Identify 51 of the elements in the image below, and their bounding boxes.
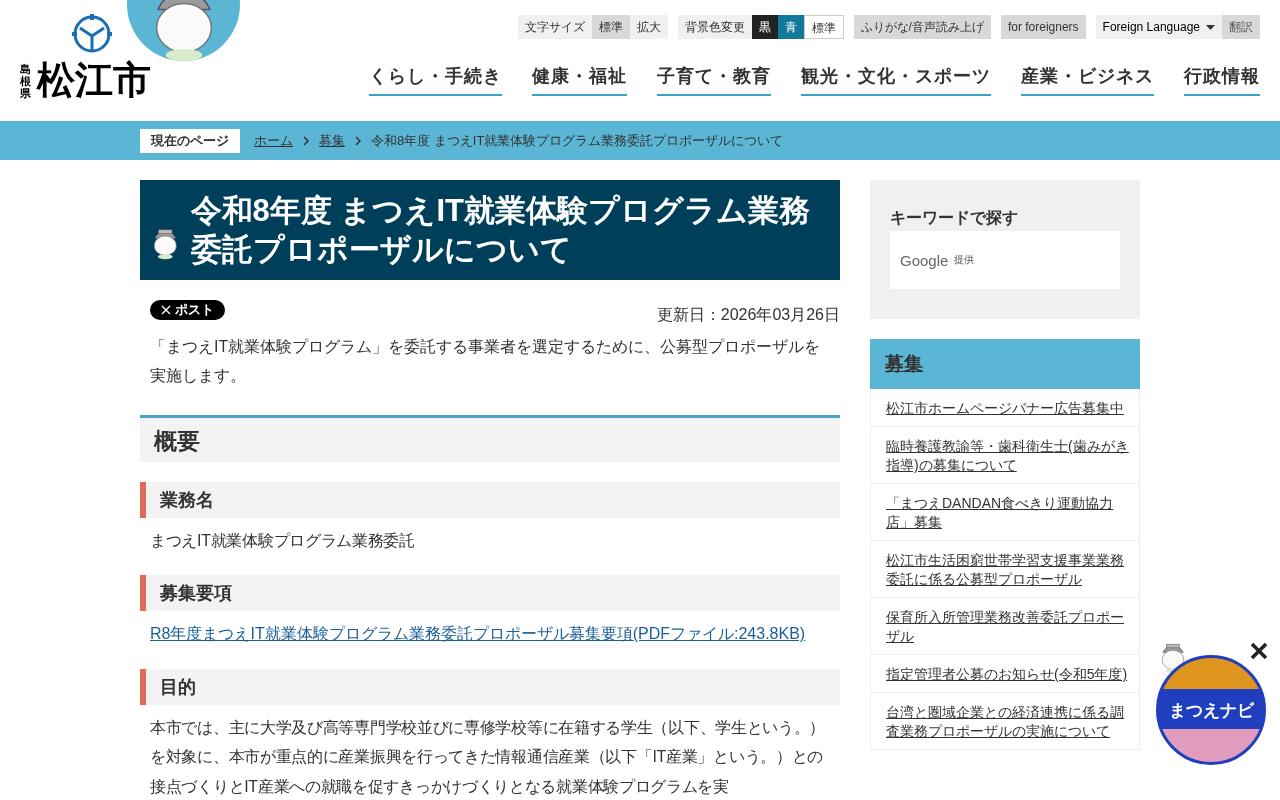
page-title: 令和8年度 まつえIT就業体験プログラム業務委託プロポーザルについて [190,192,811,269]
utility-link[interactable]: ふりがな/音声読み上げ [853,15,991,39]
body-text: 本市では、主に大学及び高等専門学校並びに専修学校等に在籍する学生（以下、学生という。）を対象に、本市が重点的に産業振興を行ってきた情報通信産業（以下「IT産業」という。）との接点づくりとIT産業への就職を促すきっかけづくりとなる就業体験プログラムを実 [149,717,827,798]
breadcrumb-link[interactable]: 募集 [319,131,345,150]
subsection-heading: 業務名 [140,481,840,518]
category-link[interactable]: 保育所入所管理業務改善委託プロポーザル [870,598,1140,656]
post-button[interactable]: ポスト [150,299,225,320]
translate-button[interactable]: 翻訳 [1222,15,1260,39]
nav-link[interactable]: 健康・福祉 [532,64,627,96]
background-color-option[interactable]: 青 [777,15,804,39]
category-link[interactable]: 臨時養護教諭等・歯科衛生士(歯みがき指導)の募集について [870,427,1140,485]
category-link[interactable]: 松江市ホームページバナー広告募集中 [870,389,1140,428]
pdf-link[interactable]: R8年度まつえIT就業体験プログラム業務委託プロポーザル募集要項(PDFファイル:243.8KB) [140,611,816,649]
category-link[interactable]: 松江市生活困窮世帯学習支援事業業務委託に係る公募型プロポーザル [870,541,1140,599]
logo-city-name[interactable]: 松江市 [37,61,151,99]
background-color-label: 背景色変更 [677,15,752,39]
language-select[interactable]: Foreign Language [1095,15,1222,39]
search-title: キーワードで探す [890,208,1019,228]
chevron-icon [303,135,309,146]
utility-link[interactable]: for foreigners [1000,15,1086,39]
nav-link[interactable]: 子育て・教育 [657,64,771,96]
close-icon[interactable] [1250,642,1268,660]
nav-link[interactable]: 観光・文化・スポーツ [801,64,991,96]
nav-link[interactable]: くらし・手続き [369,64,502,96]
category-link[interactable]: 「まつえDANDAN食べきり運動協力店」募集 [870,484,1140,542]
breadcrumb-current: 令和8年度 まつえIT就業体験プログラム業務委託プロポーザルについて [371,131,784,150]
updated-date: 更新日：2026年03月26日 [656,304,840,325]
emblem-icon [72,14,112,54]
navi-badge[interactable]: まつえナビ [1156,655,1266,765]
section-heading: 概要 [140,414,840,462]
chevron-icon [355,135,361,146]
body-text: まつえIT就業体験プログラム業務委託 [149,530,416,551]
background-color-option[interactable]: 黒 [751,15,778,39]
category-title[interactable]: 募集 [870,339,1140,389]
subsection-heading: 目的 [140,668,840,705]
intro-text: 「まつえIT就業体験プログラム」を委託する事業者を選定するために、公募型プロポーザルを実施します。 [149,336,822,387]
category-link[interactable]: 台湾と圏域企業との経済連携に係る調査業務プロポーザルの実施について [870,693,1140,751]
breadcrumb-label: 現在のページ [140,128,240,153]
caret-icon [1206,24,1215,30]
font-size-label: 文字サイズ [517,15,592,39]
subsection-heading: 募集要項 [140,575,840,612]
breadcrumb-link[interactable]: ホーム [254,131,293,150]
x-logo-icon [161,304,171,315]
search-field[interactable]: Google 提供 [890,231,1120,289]
font-size-option[interactable]: 標準 [591,15,630,39]
nav-link[interactable]: 行政情報 [1184,64,1260,96]
logo-prefecture: 島根県 [20,62,31,99]
font-size-option[interactable]: 拡大 [629,15,668,39]
nav-link[interactable]: 産業・ビジネス [1021,64,1154,96]
background-color-option[interactable]: 標準 [803,15,844,39]
category-link[interactable]: 指定管理者公募のお知らせ(令和5年度) [870,655,1140,694]
